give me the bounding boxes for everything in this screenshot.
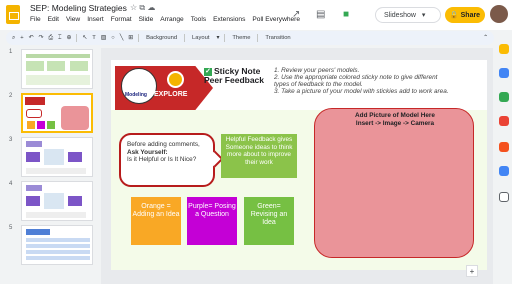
- select-icon[interactable]: ↖: [82, 35, 87, 41]
- maps-icon[interactable]: [499, 92, 509, 102]
- tasks-icon[interactable]: [499, 68, 509, 78]
- slide[interactable]: Modeling EXPLORE ✓ Sticky Note Peer Feedb…: [111, 60, 487, 270]
- slide-number: 2: [9, 93, 13, 99]
- menu-search-icon[interactable]: ⌕: [12, 35, 15, 42]
- divider: [76, 34, 78, 42]
- slideshow-label: Slideshow: [384, 11, 416, 19]
- line-icon[interactable]: ╲: [120, 35, 124, 41]
- add-icon[interactable]: +: [466, 265, 478, 277]
- menu-extensions[interactable]: Extensions: [213, 16, 245, 23]
- document-title[interactable]: SEP: Modeling Strategies: [30, 3, 127, 13]
- transition-button[interactable]: Transition: [263, 35, 292, 41]
- shape-icon[interactable]: ○: [111, 35, 115, 41]
- slide-number: 1: [9, 49, 13, 55]
- model-line-1: Add Picture of Model Here: [355, 112, 435, 119]
- model-picture-placeholder[interactable]: Add Picture of Model Here Insert -> Imag…: [314, 108, 474, 258]
- instructions-list: 1. Review your peers' models. 2. Use the…: [274, 67, 449, 95]
- add-addon-icon[interactable]: [499, 192, 509, 202]
- comment-icon[interactable]: ▤: [316, 9, 325, 20]
- chevron-down-icon[interactable]: ▾: [216, 35, 219, 41]
- slide-filmstrip: 1 2 3 4 5: [0, 47, 98, 284]
- undo-icon[interactable]: ↶: [29, 35, 34, 41]
- collapse-toolbar-icon[interactable]: ⌃: [483, 35, 488, 41]
- activity-title: ✓ Sticky Note Peer Feedback: [204, 67, 264, 85]
- slide-thumbnail[interactable]: [21, 49, 93, 89]
- menu-slide[interactable]: Slide: [139, 16, 154, 23]
- divider: [224, 34, 226, 42]
- speech-bubble[interactable]: Before adding comments, Ask Yourself: Is…: [119, 133, 215, 187]
- sticky-note-purple[interactable]: Purple= Posing a Question: [187, 197, 237, 245]
- model-instructions: Add Picture of Model Here Insert -> Imag…: [315, 112, 475, 127]
- theme-button[interactable]: Theme: [230, 35, 252, 41]
- compass-icon: [167, 71, 184, 88]
- slide-thumbnail-selected[interactable]: [21, 93, 93, 133]
- lock-icon: 🔒: [449, 12, 459, 19]
- addon-icon[interactable]: [499, 166, 509, 176]
- instruction-item: 2. Use the appropriate colored sticky no…: [274, 74, 438, 81]
- divider: [184, 34, 186, 42]
- sticky-note-green[interactable]: Green= Revising an Idea: [244, 197, 294, 245]
- title-line-2: Peer Feedback: [204, 75, 265, 85]
- meet-icon[interactable]: ■: [343, 9, 349, 20]
- side-panel: [496, 34, 512, 284]
- share-label: Share: [460, 11, 481, 19]
- move-folder-icon[interactable]: ⧉: [139, 3, 145, 12]
- slide-thumbnail[interactable]: [21, 225, 93, 265]
- app-header: SEP: Modeling Strategies ☆ ⧉ ☁ File Edit…: [0, 0, 512, 30]
- background-button[interactable]: Background: [144, 35, 179, 41]
- slide-thumbnail[interactable]: [21, 181, 93, 221]
- slides-logo-icon[interactable]: [6, 5, 20, 24]
- avatar[interactable]: [490, 5, 508, 23]
- modeling-badge: Modeling: [121, 68, 157, 104]
- speech-line-1: Before adding comments,: [127, 141, 200, 148]
- print-icon[interactable]: ⎙: [48, 35, 53, 42]
- badge-text: Modeling: [125, 92, 147, 98]
- zoom-icon[interactable]: ⊕: [66, 35, 71, 41]
- menu-arrange[interactable]: Arrange: [160, 16, 183, 23]
- divider: [257, 34, 259, 42]
- speech-line-3: Is it Helpful or Is It Nice?: [127, 156, 197, 163]
- share-button[interactable]: 🔒 Share: [445, 7, 485, 23]
- explore-label: EXPLORE: [154, 91, 188, 98]
- divider: [138, 34, 140, 42]
- slide-number: 4: [9, 181, 13, 187]
- title-actions: ☆ ⧉ ☁: [130, 3, 155, 13]
- menu-edit[interactable]: Edit: [48, 16, 59, 23]
- redo-icon[interactable]: ↷: [39, 35, 44, 41]
- slide-thumbnail[interactable]: [21, 137, 93, 177]
- paint-format-icon[interactable]: ⌶: [58, 35, 61, 42]
- calendar-icon[interactable]: [499, 116, 509, 126]
- keep-icon[interactable]: [499, 44, 509, 54]
- activity-icon[interactable]: ↗: [292, 9, 300, 20]
- instruction-item: 1. Review your peers' models.: [274, 67, 360, 74]
- slide-number: 5: [9, 225, 13, 231]
- sticky-note-orange[interactable]: Orange = Adding an Idea: [131, 197, 181, 245]
- model-line-2: Insert -> Image -> Camera: [355, 119, 435, 127]
- office-addon-icon[interactable]: [499, 142, 509, 152]
- toolbar: ⌕ + ↶ ↷ ⎙ ⌶ ⊕ ↖ T ▨ ○ ╲ ⊞ Background Lay…: [6, 31, 494, 45]
- star-icon[interactable]: ☆: [130, 3, 137, 12]
- menu-format[interactable]: Format: [111, 16, 132, 23]
- menu-bar: File Edit View Insert Format Slide Arran…: [30, 16, 300, 23]
- speech-line-2: Ask Yourself:: [127, 148, 168, 156]
- helpful-feedback-box[interactable]: Helpful Feedback gives Someone ideas to …: [221, 134, 297, 178]
- image-icon[interactable]: ▨: [101, 35, 106, 41]
- instruction-item: 3. Take a picture of your model with sti…: [274, 88, 449, 95]
- new-slide-icon[interactable]: +: [20, 35, 23, 41]
- slide-header: Modeling EXPLORE ✓ Sticky Note Peer Feedb…: [111, 60, 487, 110]
- menu-file[interactable]: File: [30, 16, 41, 23]
- layout-button[interactable]: Layout: [190, 35, 211, 41]
- menu-view[interactable]: View: [66, 16, 80, 23]
- instruction-item: types of feedback to the model.: [274, 81, 363, 88]
- textbox-icon[interactable]: T: [92, 35, 96, 41]
- menu-insert[interactable]: Insert: [87, 16, 104, 23]
- cloud-status-icon[interactable]: ☁: [147, 3, 155, 12]
- slideshow-button[interactable]: Slideshow ▾: [375, 7, 441, 23]
- chevron-down-icon[interactable]: ▾: [422, 11, 426, 19]
- comment-add-icon[interactable]: ⊞: [128, 35, 133, 41]
- menu-tools[interactable]: Tools: [191, 16, 206, 23]
- slide-number: 3: [9, 137, 13, 143]
